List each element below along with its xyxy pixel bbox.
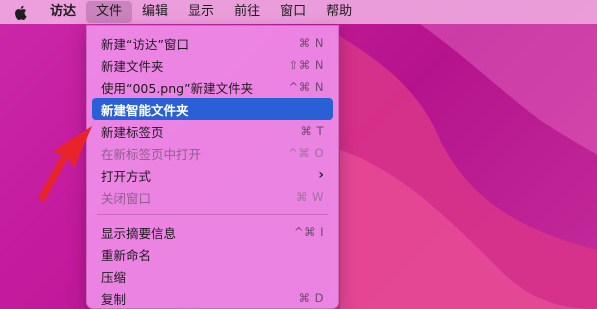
menu-item-new-smart-folder[interactable]: 新建智能文件夹: [92, 98, 333, 120]
menu-item-new-finder-window[interactable]: 新建“访达”窗口 ⌘ N: [92, 32, 333, 54]
menu-item-open-in-new-tab: 在新标签页中打开 ^⌘ O: [92, 142, 333, 164]
menu-help[interactable]: 帮助: [316, 0, 362, 24]
menu-finder[interactable]: 访达: [40, 0, 86, 24]
menu-edit[interactable]: 编辑: [132, 0, 178, 24]
apple-logo-icon[interactable]: [0, 0, 40, 24]
menu-item-label: 新建标签页: [101, 124, 164, 140]
menu-item-shortcut: ⌘ W: [295, 190, 324, 204]
menu-item-label: 关闭窗口: [101, 190, 152, 206]
menu-item-label: 打开方式: [101, 168, 152, 184]
menu-separator: [97, 214, 328, 215]
menu-file[interactable]: 文件: [86, 1, 133, 23]
menu-item-get-info[interactable]: 显示摘要信息 ^⌘ I: [92, 221, 333, 243]
menu-item-duplicate[interactable]: 复制 ⌘ D: [92, 287, 333, 309]
menu-item-shortcut: ⌘ D: [298, 291, 324, 305]
menu-item-shortcut: ⇧⌘ N: [288, 58, 324, 72]
menu-item-label: 压缩: [101, 269, 127, 285]
menu-item-new-folder-with-selection[interactable]: 使用“005.png”新建文件夹 ^⌘ N: [92, 76, 333, 98]
menu-item-shortcut: ⌘ T: [300, 124, 324, 138]
menu-item-label: 新建“访达”窗口: [101, 36, 189, 52]
menu-item-label: 新建文件夹: [101, 58, 164, 74]
menu-item-label: 在新标签页中打开: [101, 146, 202, 162]
menu-item-new-folder[interactable]: 新建文件夹 ⇧⌘ N: [92, 54, 333, 76]
file-menu-dropdown: 新建“访达”窗口 ⌘ N 新建文件夹 ⇧⌘ N 使用“005.png”新建文件夹…: [86, 25, 339, 309]
red-arrow-icon: [38, 126, 92, 202]
chevron-right-icon: ›: [318, 167, 324, 183]
menu-view[interactable]: 显示: [178, 0, 224, 24]
menu-item-shortcut: ^⌘ I: [293, 225, 324, 239]
menu-item-rename[interactable]: 重新命名: [92, 243, 333, 265]
menu-item-shortcut: ^⌘ N: [288, 80, 324, 94]
menu-item-label: 显示摘要信息: [101, 225, 177, 241]
menu-item-label: 复制: [101, 291, 127, 307]
menu-bar: 访达 文件 编辑 显示 前往 窗口 帮助: [0, 0, 597, 24]
menu-go[interactable]: 前往: [224, 0, 270, 24]
menu-item-compress[interactable]: 压缩: [92, 265, 333, 287]
menu-item-label: 使用“005.png”新建文件夹: [101, 80, 254, 96]
menu-item-label: 重新命名: [101, 247, 152, 263]
menu-item-label: 新建智能文件夹: [101, 102, 189, 118]
menu-window[interactable]: 窗口: [270, 0, 316, 24]
menu-item-new-tab[interactable]: 新建标签页 ⌘ T: [92, 120, 333, 142]
menu-item-close-window: 关闭窗口 ⌘ W: [92, 186, 333, 208]
menu-item-shortcut: ^⌘ O: [288, 146, 324, 160]
menu-item-shortcut: ⌘ N: [298, 36, 324, 50]
menu-item-open-with[interactable]: 打开方式 ›: [92, 164, 333, 186]
